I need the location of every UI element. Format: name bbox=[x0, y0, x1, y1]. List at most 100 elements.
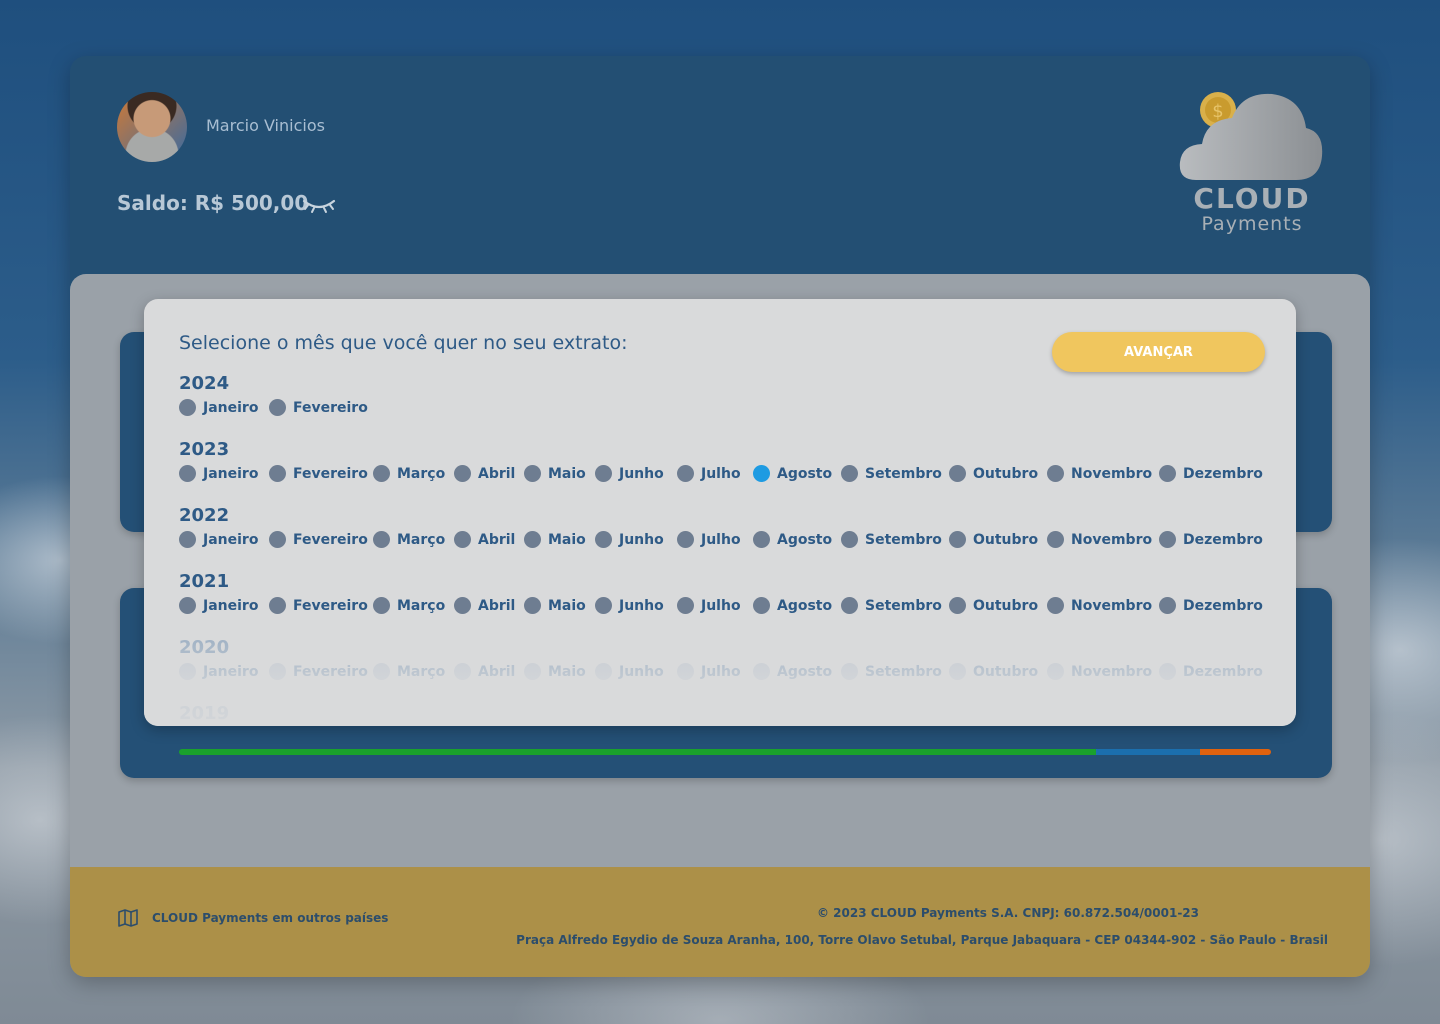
month-option-setembro-2023[interactable]: Setembro bbox=[841, 465, 942, 482]
year-list[interactable]: 2024 Janeiro Fevereiro 2023 Janeiro Fevereiro… bbox=[179, 373, 1279, 726]
radio-button[interactable] bbox=[1047, 531, 1064, 548]
month-option-janeiro-2021[interactable]: Janeiro bbox=[179, 597, 258, 614]
other-countries-link[interactable]: CLOUD Payments em outros países bbox=[118, 909, 388, 927]
month-option-janeiro-2023[interactable]: Janeiro bbox=[179, 465, 258, 482]
radio-button[interactable] bbox=[949, 663, 966, 680]
radio-button[interactable] bbox=[753, 531, 770, 548]
radio-button[interactable] bbox=[524, 597, 541, 614]
radio-button[interactable] bbox=[677, 465, 694, 482]
month-option-abril-2022[interactable]: Abril bbox=[454, 531, 515, 548]
month-option-dezembro-2020[interactable]: Dezembro bbox=[1159, 663, 1263, 680]
radio-button[interactable] bbox=[949, 597, 966, 614]
month-option-agosto-2022[interactable]: Agosto bbox=[753, 531, 832, 548]
radio-button[interactable] bbox=[595, 663, 612, 680]
radio-button[interactable] bbox=[1159, 465, 1176, 482]
radio-button[interactable] bbox=[1159, 597, 1176, 614]
radio-button[interactable] bbox=[949, 465, 966, 482]
month-option-novembro-2022[interactable]: Novembro bbox=[1047, 531, 1152, 548]
radio-button[interactable] bbox=[753, 663, 770, 680]
month-option-janeiro-2020[interactable]: Janeiro bbox=[179, 663, 258, 680]
month-option-agosto-2021[interactable]: Agosto bbox=[753, 597, 832, 614]
radio-button[interactable] bbox=[1047, 465, 1064, 482]
radio-button[interactable] bbox=[841, 531, 858, 548]
month-option-fevereiro-2022[interactable]: Fevereiro bbox=[269, 531, 368, 548]
month-option-novembro-2023[interactable]: Novembro bbox=[1047, 465, 1152, 482]
radio-button[interactable] bbox=[753, 465, 770, 482]
month-option-fevereiro-2021[interactable]: Fevereiro bbox=[269, 597, 368, 614]
radio-button[interactable] bbox=[179, 531, 196, 548]
radio-button[interactable] bbox=[269, 663, 286, 680]
radio-button[interactable] bbox=[454, 663, 471, 680]
month-option-outubro-2020[interactable]: Outubro bbox=[949, 663, 1038, 680]
month-option-março-2022[interactable]: Março bbox=[373, 531, 445, 548]
month-option-dezembro-2022[interactable]: Dezembro bbox=[1159, 531, 1263, 548]
radio-button[interactable] bbox=[179, 465, 196, 482]
month-option-março-2023[interactable]: Março bbox=[373, 465, 445, 482]
month-option-dezembro-2023[interactable]: Dezembro bbox=[1159, 465, 1263, 482]
month-option-junho-2020[interactable]: Junho bbox=[595, 663, 664, 680]
radio-button[interactable] bbox=[269, 531, 286, 548]
radio-button[interactable] bbox=[841, 597, 858, 614]
radio-button[interactable] bbox=[269, 399, 286, 416]
month-option-setembro-2021[interactable]: Setembro bbox=[841, 597, 942, 614]
month-option-fevereiro-2024[interactable]: Fevereiro bbox=[269, 399, 368, 416]
month-option-maio-2023[interactable]: Maio bbox=[524, 465, 586, 482]
month-option-outubro-2022[interactable]: Outubro bbox=[949, 531, 1038, 548]
radio-button[interactable] bbox=[524, 531, 541, 548]
month-option-janeiro-2022[interactable]: Janeiro bbox=[179, 531, 258, 548]
radio-button[interactable] bbox=[373, 465, 390, 482]
month-option-julho-2020[interactable]: Julho bbox=[677, 663, 741, 680]
radio-button[interactable] bbox=[454, 531, 471, 548]
month-option-julho-2021[interactable]: Julho bbox=[677, 597, 741, 614]
month-option-março-2021[interactable]: Março bbox=[373, 597, 445, 614]
radio-button[interactable] bbox=[524, 663, 541, 680]
radio-button[interactable] bbox=[524, 465, 541, 482]
radio-button[interactable] bbox=[269, 465, 286, 482]
radio-button[interactable] bbox=[841, 663, 858, 680]
month-option-outubro-2021[interactable]: Outubro bbox=[949, 597, 1038, 614]
month-option-novembro-2020[interactable]: Novembro bbox=[1047, 663, 1152, 680]
month-option-junho-2021[interactable]: Junho bbox=[595, 597, 664, 614]
month-option-fevereiro-2020[interactable]: Fevereiro bbox=[269, 663, 368, 680]
radio-button[interactable] bbox=[179, 663, 196, 680]
radio-button[interactable] bbox=[373, 531, 390, 548]
radio-button[interactable] bbox=[373, 597, 390, 614]
month-option-fevereiro-2023[interactable]: Fevereiro bbox=[269, 465, 368, 482]
radio-button[interactable] bbox=[841, 465, 858, 482]
radio-button[interactable] bbox=[595, 531, 612, 548]
radio-button[interactable] bbox=[595, 465, 612, 482]
radio-button[interactable] bbox=[677, 663, 694, 680]
month-option-setembro-2022[interactable]: Setembro bbox=[841, 531, 942, 548]
month-option-agosto-2023[interactable]: Agosto bbox=[753, 465, 832, 482]
month-option-junho-2023[interactable]: Junho bbox=[595, 465, 664, 482]
radio-button[interactable] bbox=[454, 465, 471, 482]
radio-button[interactable] bbox=[179, 399, 196, 416]
month-option-março-2020[interactable]: Março bbox=[373, 663, 445, 680]
radio-button[interactable] bbox=[373, 663, 390, 680]
month-option-abril-2020[interactable]: Abril bbox=[454, 663, 515, 680]
avatar[interactable] bbox=[117, 92, 187, 162]
radio-button[interactable] bbox=[677, 531, 694, 548]
month-option-agosto-2020[interactable]: Agosto bbox=[753, 663, 832, 680]
radio-button[interactable] bbox=[1159, 663, 1176, 680]
month-option-novembro-2021[interactable]: Novembro bbox=[1047, 597, 1152, 614]
month-option-abril-2021[interactable]: Abril bbox=[454, 597, 515, 614]
month-option-maio-2020[interactable]: Maio bbox=[524, 663, 586, 680]
radio-button[interactable] bbox=[454, 597, 471, 614]
radio-button[interactable] bbox=[595, 597, 612, 614]
month-option-julho-2023[interactable]: Julho bbox=[677, 465, 741, 482]
advance-button[interactable]: AVANÇAR bbox=[1052, 332, 1265, 372]
month-option-setembro-2020[interactable]: Setembro bbox=[841, 663, 942, 680]
radio-button[interactable] bbox=[1047, 597, 1064, 614]
month-option-janeiro-2024[interactable]: Janeiro bbox=[179, 399, 258, 416]
month-option-dezembro-2021[interactable]: Dezembro bbox=[1159, 597, 1263, 614]
hide-balance-icon[interactable] bbox=[302, 195, 336, 217]
radio-button[interactable] bbox=[949, 531, 966, 548]
radio-button[interactable] bbox=[1159, 531, 1176, 548]
radio-button[interactable] bbox=[677, 597, 694, 614]
radio-button[interactable] bbox=[269, 597, 286, 614]
month-option-maio-2021[interactable]: Maio bbox=[524, 597, 586, 614]
radio-button[interactable] bbox=[1047, 663, 1064, 680]
month-option-abril-2023[interactable]: Abril bbox=[454, 465, 515, 482]
month-option-junho-2022[interactable]: Junho bbox=[595, 531, 664, 548]
